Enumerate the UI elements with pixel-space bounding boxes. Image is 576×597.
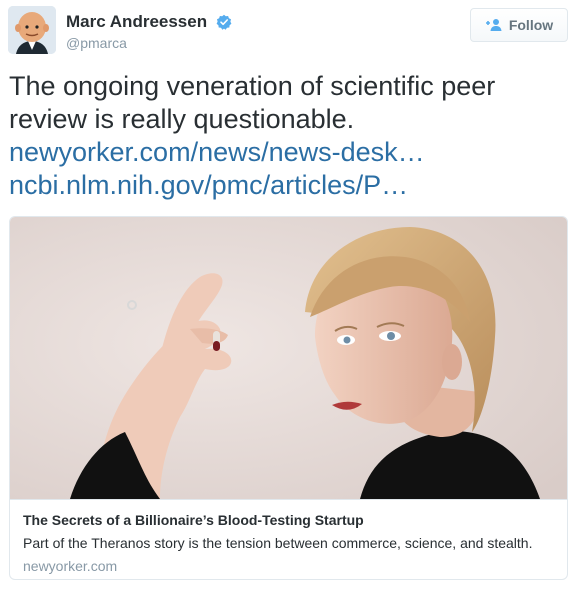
tweet-text: The ongoing veneration of scientific pee…: [9, 70, 569, 202]
tweet-text-line-1: The ongoing veneration of scientific pee…: [9, 71, 496, 101]
card-title[interactable]: The Secrets of a Billionaire’s Blood-Tes…: [23, 512, 364, 528]
verified-badge-icon: [216, 14, 231, 30]
tweet-link-ncbi[interactable]: ncbi.nlm.nih.gov/pmc/articles/P…: [9, 169, 569, 202]
author-handle[interactable]: @pmarca: [66, 35, 232, 51]
author-name[interactable]: Marc Andreessen: [66, 12, 207, 32]
avatar[interactable]: [8, 6, 56, 54]
follow-button[interactable]: Follow: [470, 8, 568, 42]
card-domain: newyorker.com: [23, 558, 118, 574]
tweet-link-newyorker[interactable]: newyorker.com/news/news-desk…: [9, 136, 569, 169]
card-body: The Secrets of a Billionaire’s Blood-Tes…: [10, 499, 567, 579]
card-description: Part of the Theranos story is the tensio…: [23, 535, 533, 551]
link-card[interactable]: The Secrets of a Billionaire’s Blood-Tes…: [9, 216, 568, 580]
follow-button-label: Follow: [508, 17, 554, 33]
avatar-cartoon-icon: [8, 6, 56, 54]
tweet-text-line-2: review is really questionable.: [9, 104, 355, 134]
add-user-icon: [485, 19, 502, 31]
tweet-header: Marc Andreessen @pmarca Follow: [8, 6, 568, 56]
card-image: [10, 217, 567, 499]
